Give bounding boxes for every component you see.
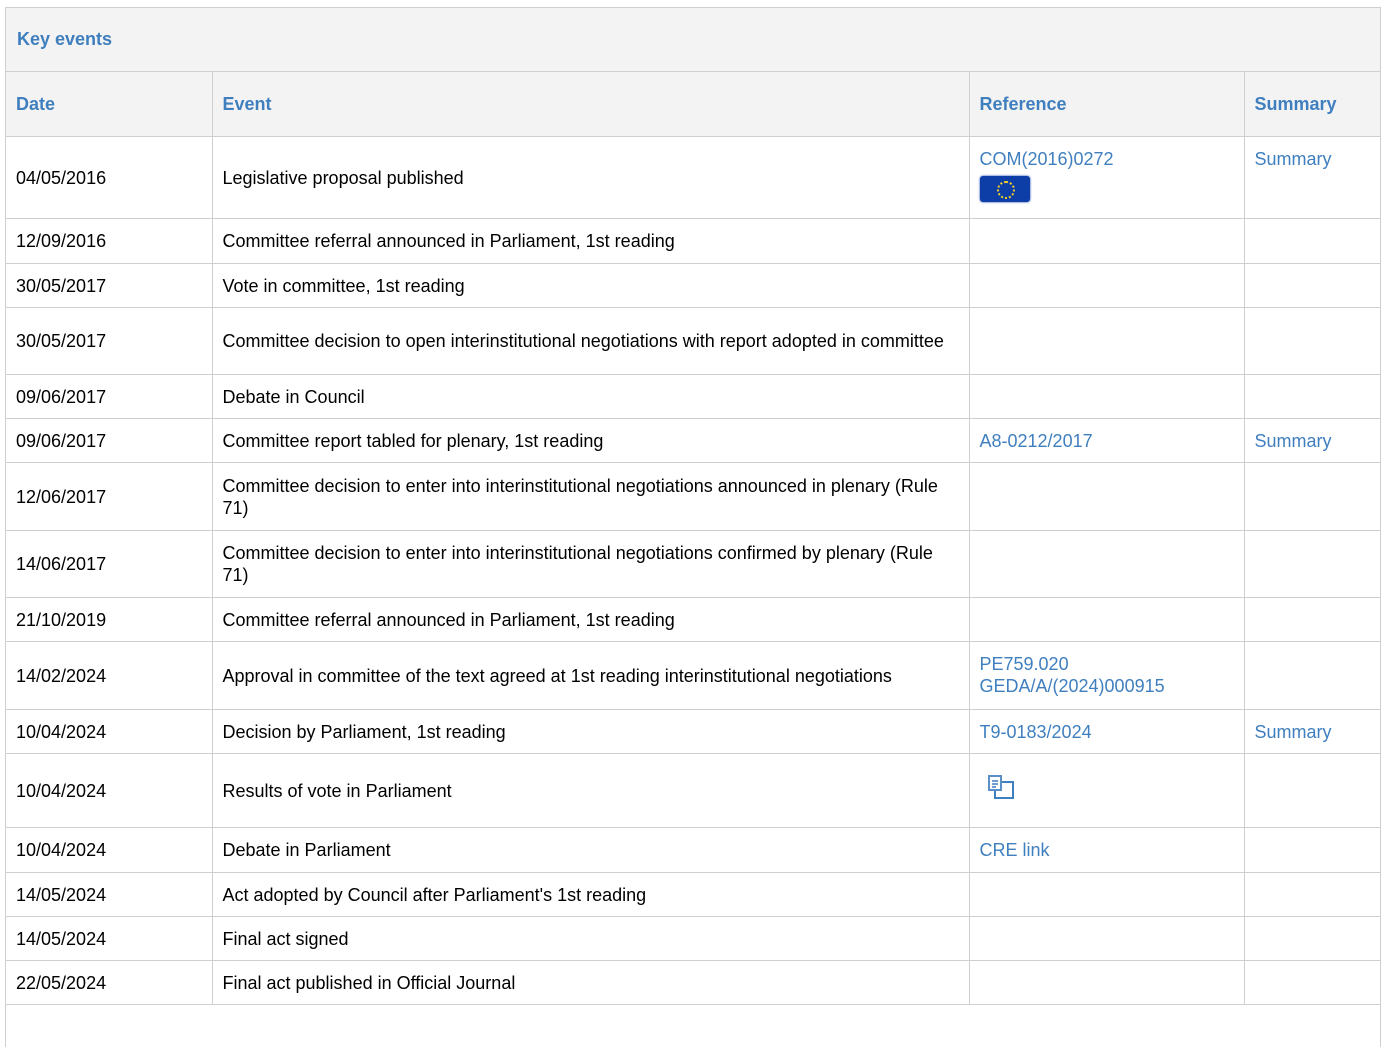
event-summary <box>1243 641 1380 710</box>
event-summary: Summary <box>1243 136 1380 219</box>
event-summary <box>1243 263 1380 308</box>
event-summary <box>1243 753 1380 828</box>
event-reference <box>968 916 1245 961</box>
event-description: Legislative proposal published <box>211 136 970 219</box>
table-row: 04/05/2016 Legislative proposal published… <box>6 136 1380 219</box>
table-row: 10/04/2024 Debate in Parliament CRE link <box>6 827 1380 873</box>
event-description: Debate in Council <box>211 374 970 419</box>
column-header-reference: Reference <box>968 72 1245 137</box>
event-date: 09/06/2017 <box>6 374 213 419</box>
table-row: 14/02/2024 Approval in committee of the t… <box>6 641 1380 710</box>
event-description: Debate in Parliament <box>211 827 970 873</box>
event-description: Committee decision to open interinstitut… <box>211 307 970 375</box>
event-summary <box>1243 462 1380 531</box>
event-reference <box>968 597 1245 642</box>
table-header-row: Date Event Reference Summary <box>6 72 1380 137</box>
table-row: 10/04/2024 Decision by Parliament, 1st re… <box>6 709 1380 754</box>
reference-link[interactable]: A8-0212/2017 <box>980 430 1234 452</box>
event-reference <box>968 462 1245 531</box>
event-description: Committee decision to enter into interin… <box>211 530 970 598</box>
event-reference: COM(2016)0272 <box>968 136 1245 219</box>
event-date: 10/04/2024 <box>6 827 213 873</box>
column-header-event: Event <box>211 72 970 137</box>
event-date: 22/05/2024 <box>6 960 213 1005</box>
reference-link[interactable]: PE759.020 <box>980 653 1234 675</box>
event-summary <box>1243 218 1380 264</box>
reference-link[interactable]: GEDA/A/(2024)000915 <box>980 675 1234 697</box>
event-reference: PE759.020 GEDA/A/(2024)000915 <box>968 641 1245 710</box>
event-reference: CRE link <box>968 827 1245 873</box>
event-date: 14/05/2024 <box>6 916 213 961</box>
column-header-date: Date <box>6 72 213 137</box>
table-row: 09/06/2017 Committee report tabled for pl… <box>6 418 1380 463</box>
event-date: 14/06/2017 <box>6 530 213 598</box>
event-description: Committee report tabled for plenary, 1st… <box>211 418 970 463</box>
table-row: 09/06/2017 Debate in Council <box>6 374 1380 419</box>
event-summary <box>1243 872 1380 917</box>
event-reference <box>968 872 1245 917</box>
event-date: 30/05/2017 <box>6 263 213 308</box>
table-row: 22/05/2024 Final act published in Officia… <box>6 960 1380 1005</box>
event-reference: T9-0183/2024 <box>968 709 1245 754</box>
event-date: 09/06/2017 <box>6 418 213 463</box>
event-reference <box>968 307 1245 375</box>
event-reference: A8-0212/2017 <box>968 418 1245 463</box>
event-summary <box>1243 374 1380 419</box>
reference-link[interactable]: CRE link <box>980 839 1234 861</box>
event-description: Vote in committee, 1st reading <box>211 263 970 308</box>
event-description: Results of vote in Parliament <box>211 753 970 828</box>
table-row: 14/05/2024 Final act signed <box>6 916 1380 961</box>
event-summary: Summary <box>1243 709 1380 754</box>
event-date: 14/05/2024 <box>6 872 213 917</box>
event-description: Final act signed <box>211 916 970 961</box>
key-events-table: Date Event Reference Summary 04/05/2016 L… <box>6 72 1380 1005</box>
event-reference <box>968 960 1245 1005</box>
event-reference <box>968 263 1245 308</box>
event-summary <box>1243 530 1380 598</box>
event-date: 30/05/2017 <box>6 307 213 375</box>
table-row: 14/06/2017 Committee decision to enter in… <box>6 530 1380 598</box>
event-reference <box>968 530 1245 598</box>
table-row: 30/05/2017 Vote in committee, 1st reading <box>6 263 1380 308</box>
reference-link[interactable]: T9-0183/2024 <box>980 721 1234 743</box>
event-summary <box>1243 916 1380 961</box>
event-date: 12/06/2017 <box>6 462 213 531</box>
vote-results-icon[interactable] <box>986 773 1016 803</box>
event-description: Act adopted by Council after Parliament'… <box>211 872 970 917</box>
column-header-summary: Summary <box>1243 72 1380 137</box>
table-row: 21/10/2019 Committee referral announced i… <box>6 597 1380 642</box>
table-row: 12/06/2017 Committee decision to enter in… <box>6 462 1380 531</box>
summary-link[interactable]: Summary <box>1255 148 1371 170</box>
event-reference <box>968 218 1245 264</box>
event-reference <box>968 374 1245 419</box>
event-date: 04/05/2016 <box>6 136 213 219</box>
section-title: Key events <box>6 8 1380 72</box>
event-summary <box>1243 960 1380 1005</box>
event-summary <box>1243 307 1380 375</box>
event-date: 14/02/2024 <box>6 641 213 710</box>
table-row: 10/04/2024 Results of vote in Parliament <box>6 753 1380 828</box>
event-date: 10/04/2024 <box>6 753 213 828</box>
table-row: 12/09/2016 Committee referral announced i… <box>6 218 1380 264</box>
event-date: 12/09/2016 <box>6 218 213 264</box>
event-reference <box>968 753 1245 828</box>
event-description: Approval in committee of the text agreed… <box>211 641 970 710</box>
table-row: 30/05/2017 Committee decision to open int… <box>6 307 1380 375</box>
event-date: 10/04/2024 <box>6 709 213 754</box>
event-summary <box>1243 827 1380 873</box>
summary-link[interactable]: Summary <box>1255 430 1371 452</box>
event-description: Committee decision to enter into interin… <box>211 462 970 531</box>
eu-flag-icon[interactable] <box>979 176 1030 202</box>
event-description: Committee referral announced in Parliame… <box>211 218 970 264</box>
reference-link[interactable]: COM(2016)0272 <box>980 148 1234 170</box>
key-events-panel: Key events Date Event Reference Summary … <box>5 7 1381 1047</box>
event-description: Final act published in Official Journal <box>211 960 970 1005</box>
event-summary: Summary <box>1243 418 1380 463</box>
event-description: Committee referral announced in Parliame… <box>211 597 970 642</box>
event-summary <box>1243 597 1380 642</box>
table-row: 14/05/2024 Act adopted by Council after P… <box>6 872 1380 917</box>
summary-link[interactable]: Summary <box>1255 721 1371 743</box>
event-date: 21/10/2019 <box>6 597 213 642</box>
event-description: Decision by Parliament, 1st reading <box>211 709 970 754</box>
